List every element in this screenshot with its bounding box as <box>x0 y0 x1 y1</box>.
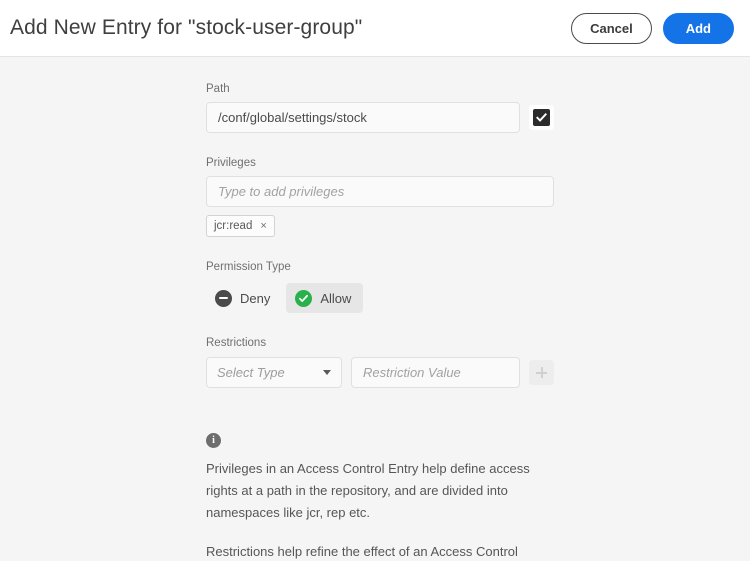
dialog-header: Add New Entry for "stock-user-group" Can… <box>0 0 750 57</box>
permission-type-label: Permission Type <box>206 261 291 273</box>
plus-icon <box>536 367 547 378</box>
restriction-type-select[interactable]: Select Type <box>206 357 342 388</box>
info-block: i Privileges in an Access Control Entry … <box>206 433 554 561</box>
path-label: Path <box>206 83 230 95</box>
cancel-button[interactable]: Cancel <box>571 12 652 44</box>
restrictions-row: Select Type Restriction Value <box>206 357 554 388</box>
minus-circle-icon <box>215 289 232 307</box>
path-row: /conf/global/settings/stock <box>206 102 554 133</box>
privilege-tag[interactable]: jcr:read × <box>206 215 275 237</box>
permission-type-group: Permission Type Deny Allow <box>206 260 554 313</box>
info-restrictions-text-before: Restrictions help refine the effect of a… <box>206 544 518 559</box>
privileges-label: Privileges <box>206 157 256 169</box>
restriction-value-input[interactable]: Restriction Value <box>351 357 520 388</box>
path-checkbox-button[interactable] <box>529 105 554 130</box>
privileges-field-group: Privileges Type to add privileges jcr:re… <box>206 156 554 237</box>
permission-option-allow-label: Allow <box>320 290 352 306</box>
privileges-tag-list: jcr:read × <box>206 215 554 237</box>
restriction-type-select-value: Select Type <box>217 365 285 380</box>
restrictions-label: Restrictions <box>206 337 267 349</box>
restrictions-group: Restrictions Select Type Restriction Val… <box>206 336 554 388</box>
info-circle-icon: i <box>206 433 221 448</box>
dialog-content: Path /conf/global/settings/stock Privile… <box>0 57 750 561</box>
page-title: Add New Entry for "stock-user-group" <box>10 16 363 39</box>
path-field-group: Path /conf/global/settings/stock <box>206 82 554 133</box>
permission-type-options: Deny Allow <box>206 283 554 313</box>
check-circle-icon <box>295 289 313 307</box>
permission-option-allow[interactable]: Allow <box>286 283 364 313</box>
info-paragraph-restrictions: Restrictions help refine the effect of a… <box>206 541 551 561</box>
checkbox-checked-icon <box>533 109 550 126</box>
add-restriction-button[interactable] <box>529 360 554 385</box>
path-input[interactable]: /conf/global/settings/stock <box>206 102 520 133</box>
privilege-tag-label: jcr:read <box>214 220 253 232</box>
close-icon[interactable]: × <box>260 220 266 232</box>
permission-option-deny[interactable]: Deny <box>206 283 282 313</box>
header-actions: Cancel Add <box>571 12 734 44</box>
info-paragraph-privileges: Privileges in an Access Control Entry he… <box>206 461 530 520</box>
chevron-down-icon <box>323 370 331 375</box>
privileges-input[interactable]: Type to add privileges <box>206 176 554 207</box>
add-button[interactable]: Add <box>662 12 734 44</box>
acl-entry-form: Path /conf/global/settings/stock Privile… <box>206 57 554 561</box>
permission-option-deny-label: Deny <box>240 290 271 306</box>
